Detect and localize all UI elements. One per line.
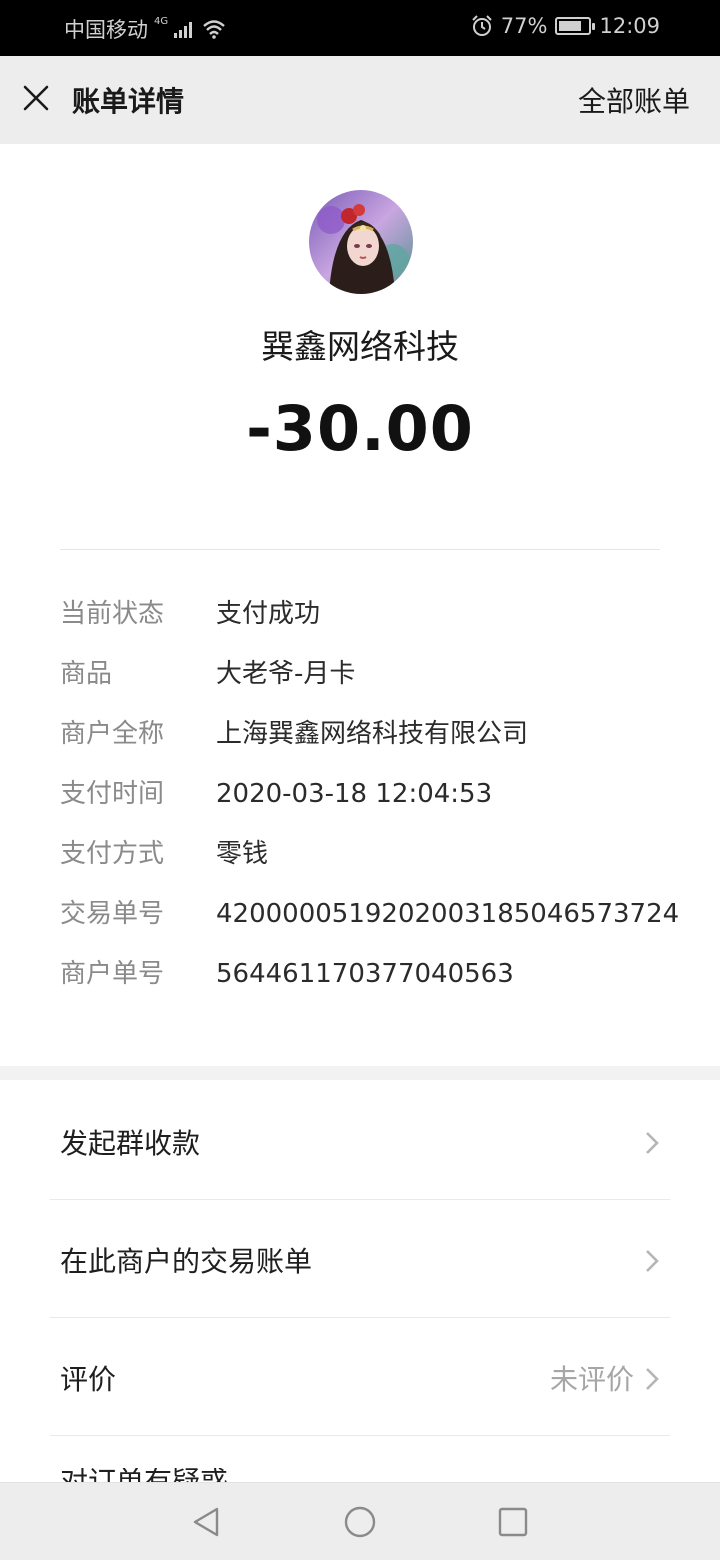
nav-recent-icon[interactable] xyxy=(496,1505,530,1539)
detail-value: 支付成功 xyxy=(216,599,321,629)
detail-row-product: 商品 大老爷-月卡 xyxy=(60,656,680,716)
close-icon[interactable] xyxy=(20,82,52,114)
status-right: 77% 12:09 xyxy=(471,14,660,38)
detail-row-merchant-order-id: 商户单号 564461170377040563 xyxy=(60,956,680,1016)
detail-value: 上海巽鑫网络科技有限公司 xyxy=(216,719,529,749)
merchant-avatar xyxy=(309,190,413,294)
detail-label: 支付方式 xyxy=(60,839,165,869)
detail-row-payment-method: 支付方式 零钱 xyxy=(60,836,680,896)
detail-label: 商品 xyxy=(60,659,113,689)
battery-icon xyxy=(555,17,596,35)
detail-value: 564461170377040563 xyxy=(216,959,514,989)
chevron-right-icon xyxy=(646,1368,659,1390)
detail-value: 零钱 xyxy=(216,839,269,869)
detail-row-transaction-id: 交易单号 4200000519202003185046573724 xyxy=(60,896,680,956)
system-nav-bar xyxy=(0,1482,720,1560)
detail-label: 商户全称 xyxy=(60,719,165,749)
battery-fill xyxy=(559,21,582,31)
list-item-label: 发起群收款 xyxy=(60,1127,201,1160)
detail-label: 交易单号 xyxy=(60,899,165,929)
detail-label: 商户单号 xyxy=(60,959,165,989)
merchant-bills-item[interactable]: 在此商户的交易账单 xyxy=(50,1200,670,1318)
detail-value: 大老爷-月卡 xyxy=(216,659,356,689)
bill-details: 当前状态 支付成功 商品 大老爷-月卡 商户全称 上海巽鑫网络科技有限公司 支付… xyxy=(60,596,680,1016)
rating-item[interactable]: 评价 未评价 xyxy=(50,1318,670,1436)
divider xyxy=(60,549,660,550)
carrier-label: 中国移动 xyxy=(64,18,148,42)
detail-value: 2020-03-18 12:04:53 xyxy=(216,779,493,809)
battery-percent: 77% xyxy=(500,14,548,38)
clock: 12:09 xyxy=(599,14,660,38)
chevron-right-icon xyxy=(646,1132,659,1154)
rating-status: 未评价 xyxy=(549,1363,634,1396)
detail-label: 支付时间 xyxy=(60,779,165,809)
network-type: 4G xyxy=(154,15,169,27)
status-left: 中国移动 4G xyxy=(64,14,226,44)
order-question-item[interactable]: 对订单有疑惑 xyxy=(60,1468,228,1482)
section-separator xyxy=(0,1066,720,1080)
list-item-label: 评价 xyxy=(60,1363,117,1396)
detail-row-payment-time: 支付时间 2020-03-18 12:04:53 xyxy=(60,776,680,836)
group-collect-item[interactable]: 发起群收款 xyxy=(50,1082,670,1200)
detail-label: 当前状态 xyxy=(60,599,165,629)
alarm-icon xyxy=(472,15,492,36)
merchant-name: 巽鑫网络科技 xyxy=(261,327,459,366)
payment-amount: -30.00 xyxy=(246,392,474,465)
detail-row-status: 当前状态 支付成功 xyxy=(60,596,680,656)
nav-back-icon[interactable] xyxy=(190,1505,224,1539)
detail-row-merchant-full-name: 商户全称 上海巽鑫网络科技有限公司 xyxy=(60,716,680,776)
detail-value: 4200000519202003185046573724 xyxy=(216,899,680,929)
chevron-right-icon xyxy=(646,1250,659,1272)
status-bar: 中国移动 4G 77% 12:09 xyxy=(0,0,720,56)
page-title: 账单详情 xyxy=(72,85,185,118)
nav-home-icon[interactable] xyxy=(343,1505,377,1539)
signal-icon xyxy=(174,22,193,38)
all-bills-link[interactable]: 全部账单 xyxy=(578,80,690,120)
list-item-label: 在此商户的交易账单 xyxy=(60,1245,313,1278)
top-bar: 账单详情 全部账单 xyxy=(0,56,720,144)
wifi-icon xyxy=(203,20,225,39)
